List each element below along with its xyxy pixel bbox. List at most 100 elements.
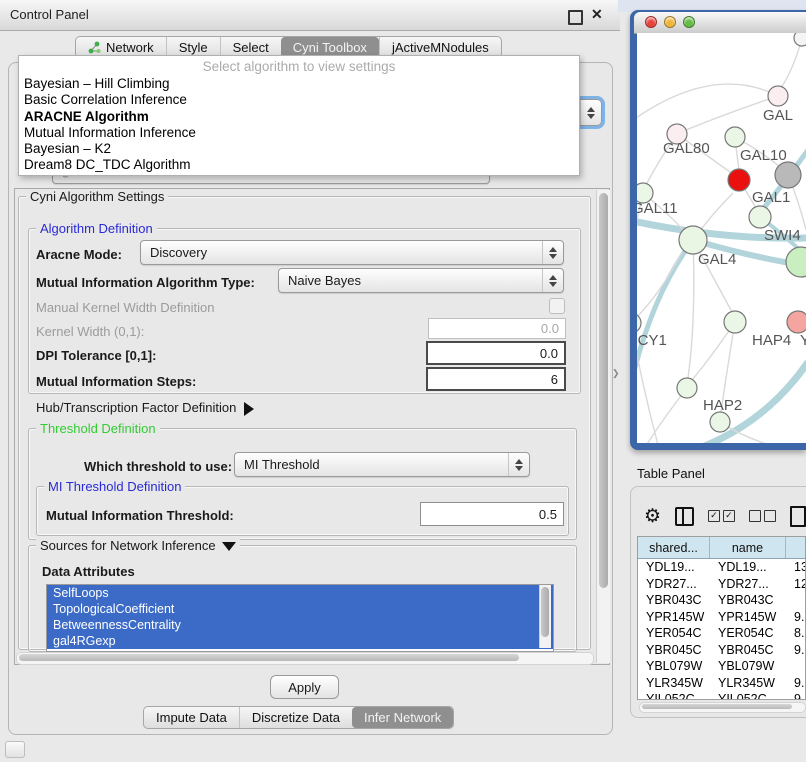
dpi-tolerance-field[interactable]: 0.0	[426, 341, 566, 365]
splitpane-handle[interactable]: ❯	[612, 368, 620, 379]
table-horizontal-scrollbar[interactable]	[639, 702, 806, 713]
table-row[interactable]: YLR345WYLR345W9.	[638, 675, 805, 692]
algorithm-list: Bayesian – Hill ClimbingBasic Correlatio…	[19, 76, 579, 174]
apply-button-label: Apply	[288, 680, 321, 695]
mi-threshold-field[interactable]: 0.5	[420, 502, 564, 526]
mac-minimize-button[interactable]	[664, 16, 676, 28]
network-node-gal1[interactable]	[728, 169, 750, 191]
table-row[interactable]: YBR045CYBR045C9.	[638, 642, 805, 659]
attributes-scrollbar[interactable]	[539, 585, 551, 648]
tab-discretize-data[interactable]: Discretize Data	[239, 707, 352, 728]
check-all-icon[interactable]: ✓✓	[708, 510, 735, 522]
network-node-y[interactable]	[787, 311, 806, 333]
node-label: GCY1	[637, 332, 667, 349]
table-cell: YIL052C	[710, 691, 786, 700]
node-label: HAP4	[752, 332, 791, 349]
network-node-gal4[interactable]	[679, 226, 707, 254]
network-edge[interactable]	[642, 388, 687, 443]
network-node[interactable]	[775, 162, 801, 188]
attribute-item[interactable]: BetweennessCentrality	[47, 617, 553, 633]
which-threshold-value: MI Threshold	[244, 457, 320, 472]
combo-arrows-icon	[542, 269, 563, 292]
mi-algorithm-type-value: Naive Bayes	[288, 273, 361, 288]
column-header-2[interactable]: name	[710, 537, 786, 558]
mac-zoom-button[interactable]	[683, 16, 695, 28]
table-cell: YIL052C	[638, 691, 710, 700]
network-node-hap2[interactable]	[677, 378, 697, 398]
network-node-gal10[interactable]	[725, 127, 745, 147]
node-table[interactable]: shared...nameA YDL19...YDL19...13YDR27..…	[637, 536, 806, 700]
mi-algorithm-type-combobox[interactable]: Naive Bayes	[278, 268, 564, 293]
network-node[interactable]	[794, 33, 806, 46]
tab-impute-data[interactable]: Impute Data	[144, 707, 239, 728]
aracne-mode-label: Aracne Mode:	[36, 247, 122, 262]
columns-icon[interactable]	[675, 507, 694, 526]
algorithm-option[interactable]: Dream8 DC_TDC Algorithm	[19, 157, 579, 173]
algorithm-definition-title: Algorithm Definition	[36, 221, 157, 236]
close-panel-button[interactable]: ✕	[591, 6, 603, 23]
table-cell: 12	[786, 576, 806, 593]
network-window-titlebar[interactable]	[634, 12, 806, 34]
node-label: GAL	[763, 107, 793, 124]
network-node[interactable]	[710, 412, 730, 432]
sources-group-title[interactable]: Sources for Network Inference	[36, 538, 240, 553]
settings-horizontal-scrollbar[interactable]	[16, 652, 594, 665]
table-cell: 9.	[786, 675, 806, 692]
tab-label: Network	[106, 40, 154, 55]
gear-icon[interactable]: ⚙	[644, 507, 661, 526]
which-threshold-combobox[interactable]: MI Threshold	[234, 452, 530, 477]
cyni-algorithm-settings-title: Cyni Algorithm Settings	[26, 189, 168, 204]
network-node[interactable]	[786, 247, 806, 277]
mi-algorithm-type-label: Mutual Information Algorithm Type:	[36, 275, 255, 290]
table-row[interactable]: YBL079WYBL079W	[638, 658, 805, 675]
control-panel-titlebar	[0, 0, 620, 31]
network-edge[interactable]	[688, 240, 694, 378]
tab-label: Select	[233, 40, 269, 55]
network-node-hap4[interactable]	[724, 311, 746, 333]
network-node-swi4[interactable]	[749, 206, 771, 228]
network-edge[interactable]	[637, 84, 778, 118]
kernel-width-field[interactable]: 0.0	[428, 318, 566, 339]
algorithm-option[interactable]: Bayesian – K2	[19, 141, 579, 157]
table-row[interactable]: YER054CYER054C8.	[638, 625, 805, 642]
table-row[interactable]: YIL052CYIL052C9	[638, 691, 805, 700]
float-window-button[interactable]	[568, 10, 583, 25]
table-row[interactable]: YPR145WYPR145W9.	[638, 609, 805, 626]
mi-steps-field[interactable]: 6	[426, 367, 566, 391]
apply-button[interactable]: Apply	[270, 675, 339, 699]
data-attributes-list[interactable]: SelfLoopsTopologicalCoefficientBetweenne…	[46, 584, 554, 652]
attribute-item[interactable]: TopologicalCoefficient	[47, 601, 553, 617]
aracne-mode-combobox[interactable]: Discovery	[140, 240, 564, 265]
network-node-gal[interactable]	[768, 86, 788, 106]
node-label: GAL1	[752, 189, 790, 206]
attribute-item[interactable]: SelfLoops	[47, 585, 553, 601]
which-threshold-label: Which threshold to use:	[84, 459, 232, 474]
hub-definition-toggle[interactable]: Hub/Transcription Factor Definition	[36, 400, 254, 416]
document-icon[interactable]	[790, 506, 806, 527]
table-cell: 13	[786, 559, 806, 576]
table-cell: YDR27...	[710, 576, 786, 593]
column-header-3[interactable]: A	[786, 537, 806, 558]
network-edge[interactable]	[637, 240, 693, 398]
network-view-canvas[interactable]: GALGAL80GAL10GAL1GAL11SWI4GAL4GCY1HAP4YH…	[637, 33, 806, 443]
table-row[interactable]: YDL19...YDL19...13	[638, 559, 805, 576]
network-node-gcy1[interactable]	[637, 313, 641, 333]
table-cell: YER054C	[710, 625, 786, 642]
mi-steps-label: Mutual Information Steps:	[36, 374, 196, 389]
attribute-item[interactable]: gal4RGexp	[47, 633, 553, 649]
column-header-1[interactable]: shared...	[638, 537, 710, 558]
algorithm-option[interactable]: Basic Correlation Inference	[19, 92, 579, 108]
algorithm-option[interactable]: ARACNE Algorithm	[19, 109, 579, 125]
mac-close-button[interactable]	[645, 16, 657, 28]
tab-infer-network[interactable]: Infer Network	[352, 707, 453, 728]
algorithm-option[interactable]: Mutual Information Inference	[19, 125, 579, 141]
uncheck-all-icon[interactable]	[749, 510, 776, 522]
table-row[interactable]: YBR043CYBR043C	[638, 592, 805, 609]
network-graph[interactable]: GALGAL80GAL10GAL1GAL11SWI4GAL4GCY1HAP4YH…	[637, 33, 806, 443]
manual-kernel-width-checkbox[interactable]	[549, 298, 565, 314]
dock-grid-icon[interactable]	[5, 741, 25, 758]
algorithm-option[interactable]: Bayesian – Hill Climbing	[19, 76, 579, 92]
table-row[interactable]: YDR27...YDR27...12	[638, 576, 805, 593]
node-label: GAL11	[637, 200, 678, 217]
settings-vertical-scrollbar[interactable]	[596, 190, 610, 663]
